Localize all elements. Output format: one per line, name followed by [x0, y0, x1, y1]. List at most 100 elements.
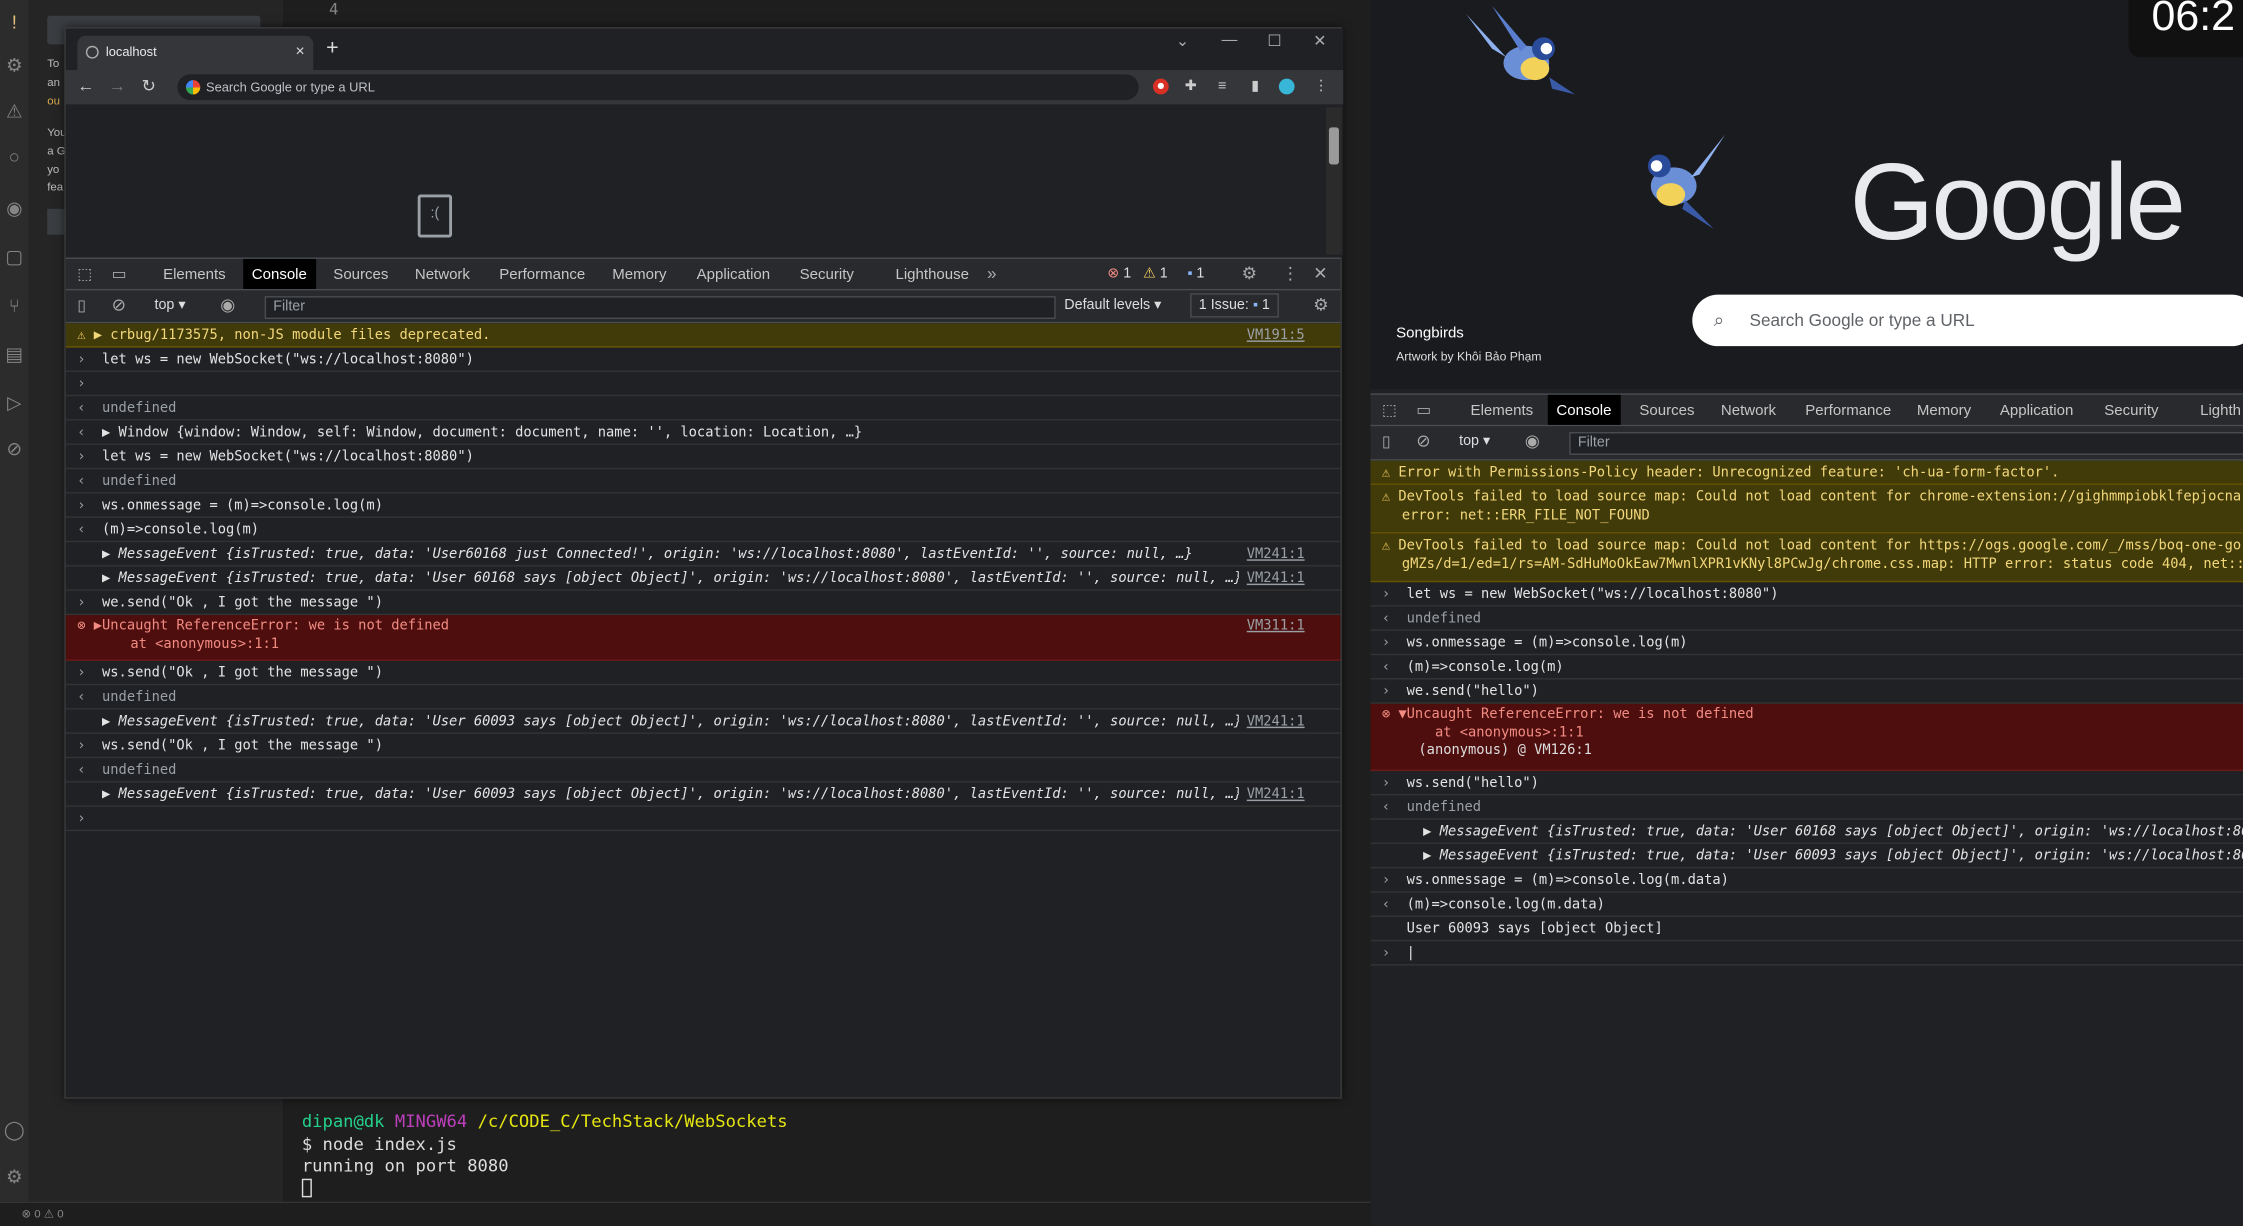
puzzle-icon[interactable]: ✚ [1183, 79, 1199, 95]
console-output-2[interactable]: ⚠ Error with Permissions-Policy header: … [1370, 460, 2243, 1226]
inspect-icon-2[interactable]: ⬚ [1382, 401, 1397, 419]
console-line-in[interactable]: › let ws = new WebSocket("ws://localhost… [1370, 582, 2243, 607]
console-line-in[interactable]: › ws.onmessage = (m)=>console.log(m) [65, 494, 1341, 518]
device-toolbar-icon[interactable]: ▭ [112, 265, 127, 283]
page-scrollbar[interactable] [1326, 107, 1342, 255]
window-close-icon[interactable]: ✕ [1313, 31, 1326, 50]
warning-icon[interactable]: ! [3, 11, 26, 34]
console-settings-icon[interactable]: ⚙ [1313, 295, 1328, 315]
reload-icon[interactable]: ↻ [142, 76, 156, 96]
extension-red-icon[interactable]: ● [1152, 78, 1169, 95]
console-source-link[interactable]: VM241:1 [1238, 785, 1305, 804]
doodle-title[interactable]: Songbirds [1396, 325, 1464, 342]
doodle-credit[interactable]: Artwork by Khôi Bảo Phạm [1396, 349, 1541, 363]
console-line-in[interactable]: › we.send("hello") [1370, 679, 2243, 704]
console-source-link[interactable]: VM241:1 [1238, 569, 1305, 588]
console-line-in[interactable]: › ws.send("Ok , I got the message ") [65, 734, 1341, 759]
context-select-2[interactable]: top ▾ [1459, 433, 1490, 449]
minimize-icon[interactable]: — [1222, 31, 1238, 48]
tab2-performance[interactable]: Performance [1797, 395, 1900, 425]
eye-icon[interactable]: ◉ [220, 295, 235, 315]
tab2-console[interactable]: Console [1547, 394, 1621, 425]
extensions-icon[interactable]: ⚙ [3, 54, 26, 77]
console-text-line3[interactable]: (anonymous) @ VM126:1 [1382, 742, 2243, 760]
tab2-network[interactable]: Network [1712, 395, 1784, 425]
console-line-in[interactable]: › ws.send("hello") [1370, 771, 2243, 796]
alert-icon[interactable]: ⚠ [3, 100, 26, 123]
media-icon[interactable]: ≡ [1214, 79, 1230, 95]
levels-select[interactable]: Default levels ▾ [1064, 298, 1161, 314]
tab2-lighthouse[interactable]: Lighth [2192, 395, 2243, 425]
console-source-link[interactable]: VM241:1 [1238, 545, 1305, 564]
console-line-in[interactable]: › [65, 807, 1341, 832]
tab2-elements[interactable]: Elements [1462, 395, 1542, 425]
tab2-security[interactable]: Security [2096, 395, 2167, 425]
edge-icon[interactable]: ◉ [3, 197, 26, 220]
console-line-in[interactable]: › [65, 372, 1341, 397]
sidebar-toggle-icon-2[interactable]: ▯ [1382, 432, 1391, 450]
terminal-cursor[interactable] [301, 1178, 312, 1198]
info-badge[interactable]: ▪ 1 [1187, 266, 1204, 282]
status-bar[interactable]: ⊗ 0 ⚠ 0 [0, 1201, 1371, 1226]
clear-console-icon[interactable]: ⊘ [112, 295, 126, 315]
omnibox[interactable]: Search Google or type a URL [177, 74, 1139, 101]
manage-gear-icon[interactable]: ⚙ [3, 1166, 26, 1189]
console-line-in[interactable]: › let ws = new WebSocket("ws://localhost… [65, 445, 1341, 470]
filter-input-2[interactable]: Filter [1569, 432, 2243, 455]
tab-elements[interactable]: Elements [154, 259, 234, 289]
console-line-in[interactable]: › ws.onmessage = (m)=>console.log(m.data… [1370, 868, 2243, 893]
explorer-icon[interactable]: ▢ [3, 246, 26, 269]
eye-icon-2[interactable]: ◉ [1525, 431, 1540, 451]
docker-icon[interactable]: ▤ [3, 343, 26, 366]
devtools-menu-icon[interactable]: ⋮ [1282, 263, 1299, 283]
tab-network[interactable]: Network [406, 259, 478, 289]
tab-sources[interactable]: Sources [325, 259, 397, 289]
run-icon[interactable]: ▷ [3, 392, 26, 415]
scroll-thumb[interactable] [1328, 127, 1339, 165]
device-toolbar-icon-2[interactable]: ▭ [1416, 401, 1431, 419]
error-badge[interactable]: ⊗ 1 [1107, 266, 1131, 282]
search-icon[interactable]: ○ [3, 146, 26, 169]
tab-performance[interactable]: Performance [491, 259, 594, 289]
maximize-icon[interactable]: ☐ [1267, 31, 1281, 50]
inspect-icon[interactable]: ⬚ [77, 265, 92, 283]
settings-gear-icon[interactable]: ⚙ [1242, 263, 1257, 283]
console-line-in[interactable]: › we.send("Ok , I got the message ") [65, 591, 1341, 616]
tab2-memory[interactable]: Memory [1908, 395, 1979, 425]
clear-console-icon-2[interactable]: ⊘ [1416, 431, 1430, 451]
tab-console[interactable]: Console [243, 258, 316, 289]
menu-kebab-icon[interactable]: ⋮ [1313, 79, 1329, 95]
console-source-link[interactable]: VM241:1 [1238, 712, 1305, 731]
tab2-application[interactable]: Application [1991, 395, 2082, 425]
sidepanel-icon[interactable]: ▮ [1247, 79, 1263, 95]
forward-icon[interactable]: → [109, 76, 126, 96]
profile-avatar[interactable] [1278, 78, 1295, 95]
new-tab-button[interactable]: + [326, 36, 339, 60]
console-output-1[interactable]: ⚠ ▶ crbug/1173575, non-JS module files d… [65, 323, 1341, 1098]
tab-application[interactable]: Application [688, 259, 779, 289]
account-icon[interactable]: ◯ [3, 1119, 26, 1142]
git-icon[interactable]: ⑂ [3, 295, 26, 318]
chrome-window-localhost[interactable]: localhost × + ⌄ — ☐ ✕ ← → ↻ Search Googl… [64, 27, 1344, 1099]
more-tabs-icon[interactable]: » [987, 263, 997, 283]
tab-localhost[interactable]: localhost × [77, 35, 314, 71]
remote-icon[interactable]: ⊘ [3, 438, 26, 461]
devtools-close-icon[interactable]: ✕ [1313, 263, 1327, 283]
tab-close-icon[interactable]: × [295, 36, 304, 67]
console-source-link[interactable]: VM191:5 [1238, 326, 1305, 345]
issues-button[interactable]: 1 Issue: ▪ 1 [1190, 293, 1279, 318]
console-source-link[interactable]: VM311:1 [1238, 617, 1305, 636]
google-search-box[interactable]: ⌕Search Google or type a URL▮ [1692, 294, 2243, 347]
warning-badge[interactable]: ⚠ 1 [1143, 266, 1168, 282]
right-chrome-newtab[interactable]: 06:2 Google Songbirds Artwork by Khôi Bả… [1370, 0, 2243, 1226]
console-line-in[interactable]: › | [1370, 941, 2243, 966]
console-line-in[interactable]: › ws.onmessage = (m)=>console.log(m) [1370, 631, 2243, 656]
tab-search-icon[interactable]: ⌄ [1176, 31, 1189, 50]
console-line-in[interactable]: › ws.send("Ok , I got the message ") [65, 661, 1341, 686]
page-viewport[interactable]: :( [65, 104, 1344, 258]
filter-input[interactable]: Filter [264, 296, 1056, 320]
context-select[interactable]: top ▾ [154, 298, 185, 314]
sidebar-toggle-icon[interactable]: ▯ [77, 296, 86, 315]
tab-lighthouse[interactable]: Lighthouse [887, 259, 978, 289]
back-icon[interactable]: ← [77, 76, 94, 96]
